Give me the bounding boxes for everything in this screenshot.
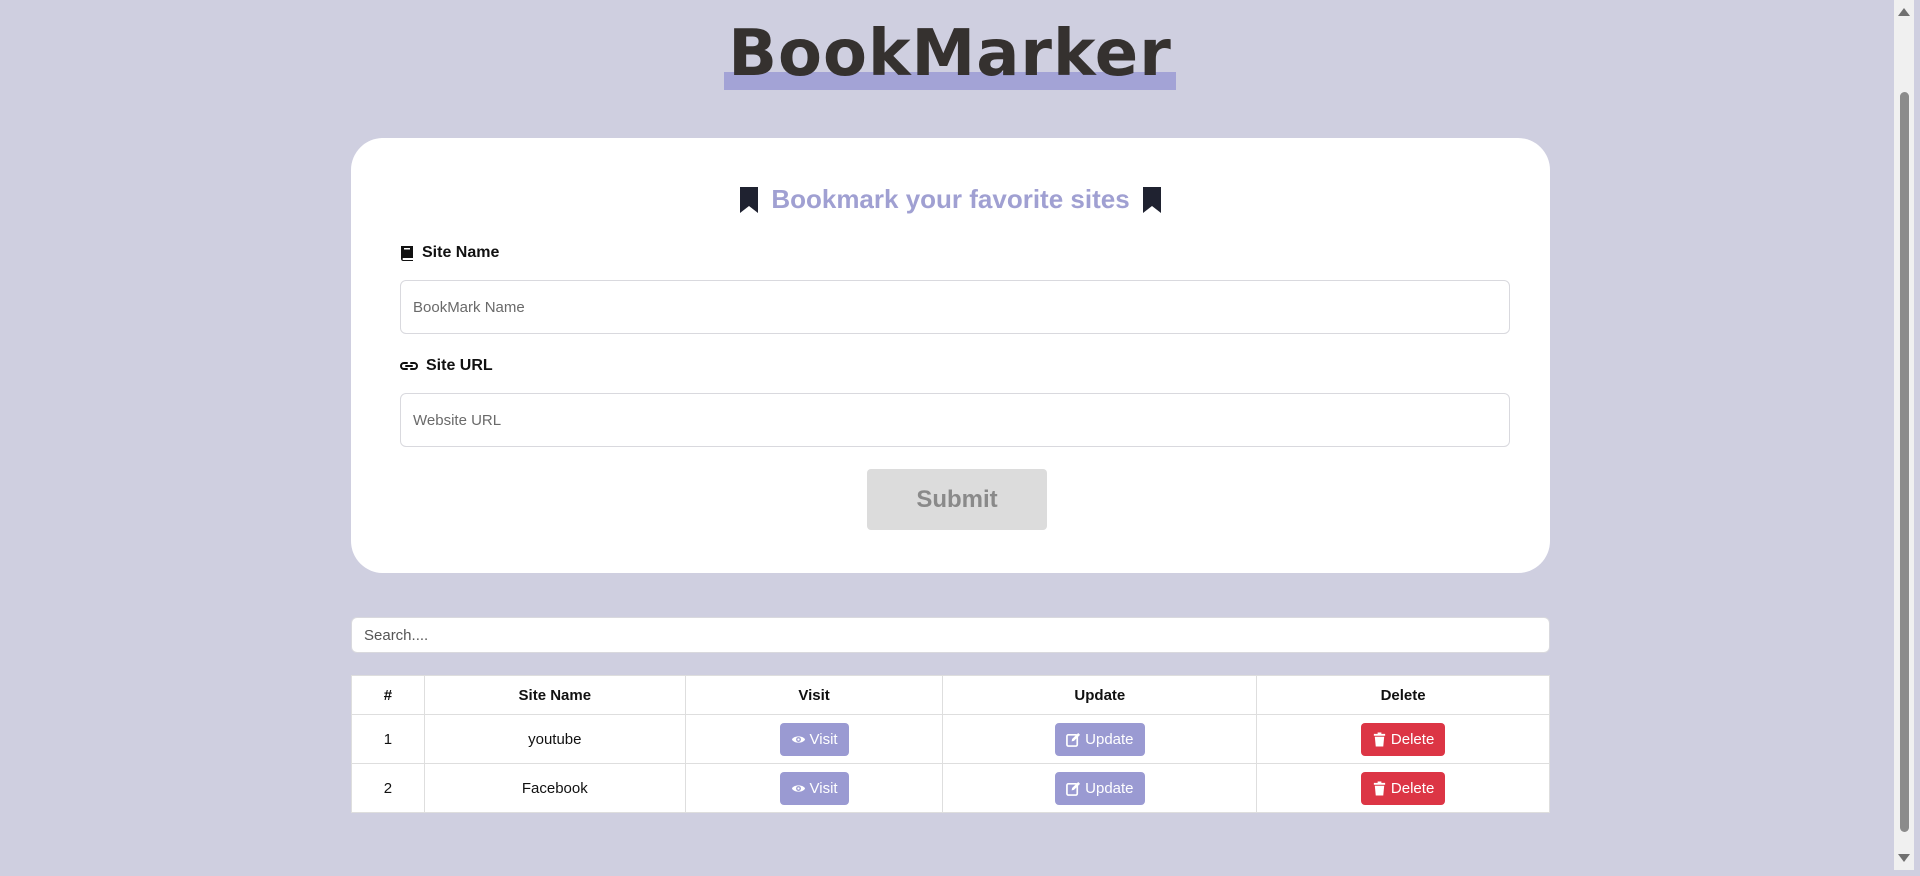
table-header-row: # Site Name Visit Update Delete — [351, 675, 1550, 715]
site-url-label: Site URL — [400, 357, 493, 375]
trash-icon — [1373, 731, 1386, 747]
update-label: Update — [1085, 779, 1134, 797]
update-cell: Update — [942, 714, 1258, 764]
visit-label: Visit — [809, 730, 838, 748]
link-icon — [400, 362, 418, 370]
search-input[interactable] — [351, 617, 1550, 653]
header-visit: Visit — [684, 675, 944, 715]
site-url-label-text: Site URL — [426, 357, 493, 374]
site-url-input[interactable] — [400, 393, 1510, 447]
scroll-up-arrow-icon[interactable] — [1898, 8, 1910, 16]
row-index: 2 — [351, 763, 425, 813]
delete-button[interactable]: Delete — [1360, 771, 1446, 805]
book-icon — [400, 246, 413, 261]
visit-label: Visit — [809, 779, 838, 797]
scroll-thumb[interactable] — [1900, 92, 1909, 832]
vertical-scrollbar[interactable] — [1894, 0, 1914, 870]
trash-icon — [1373, 780, 1386, 796]
header-update: Update — [942, 675, 1258, 715]
header-delete: Delete — [1256, 675, 1550, 715]
eye-icon — [791, 735, 805, 743]
header-site-name: Site Name — [423, 675, 686, 715]
bookmark-form-card: Bookmark your favorite sites Site Name B… — [351, 138, 1550, 573]
bookmarks-table: # Site Name Visit Update Delete 1 youtub… — [351, 675, 1550, 813]
update-button[interactable]: Update — [1055, 771, 1145, 805]
update-cell: Update — [942, 763, 1258, 813]
delete-cell: Delete — [1256, 714, 1550, 764]
form-title: Bookmark your favorite sites — [351, 184, 1550, 215]
update-button[interactable]: Update — [1055, 722, 1145, 756]
logo-text: BookMarker — [724, 18, 1176, 90]
row-site-name: youtube — [423, 714, 686, 764]
eye-icon — [791, 784, 805, 792]
delete-label: Delete — [1390, 779, 1435, 797]
bottom-strip — [0, 870, 1920, 876]
delete-label: Delete — [1390, 730, 1435, 748]
bookmark-icon — [1142, 186, 1161, 213]
submit-button[interactable]: Submit — [867, 469, 1047, 530]
bookmark-icon — [740, 186, 759, 213]
delete-cell: Delete — [1256, 763, 1550, 813]
table-row: 2 Facebook Visit Update Delete — [351, 763, 1550, 813]
visit-cell: Visit — [684, 714, 944, 764]
table-row: 1 youtube Visit Update Delete — [351, 714, 1550, 764]
page: BookMarker Bookmark your favorite sites … — [0, 0, 1920, 876]
row-site-name: Facebook — [423, 763, 686, 813]
scroll-down-arrow-icon[interactable] — [1898, 854, 1910, 862]
site-name-label: Site Name — [400, 244, 499, 262]
form-title-text: Bookmark your favorite sites — [771, 184, 1130, 214]
delete-button[interactable]: Delete — [1360, 722, 1446, 756]
site-name-input[interactable] — [400, 280, 1510, 334]
visit-button[interactable]: Visit — [779, 771, 849, 805]
header-index: # — [351, 675, 425, 715]
update-label: Update — [1085, 730, 1134, 748]
site-name-label-text: Site Name — [422, 244, 500, 261]
row-index: 1 — [351, 714, 425, 764]
viewport: BookMarker Bookmark your favorite sites … — [6, 0, 1894, 870]
edit-icon — [1066, 781, 1081, 796]
visit-cell: Visit — [684, 763, 944, 813]
logo: BookMarker — [6, 18, 1894, 90]
visit-button[interactable]: Visit — [779, 722, 849, 756]
edit-icon — [1066, 732, 1081, 747]
